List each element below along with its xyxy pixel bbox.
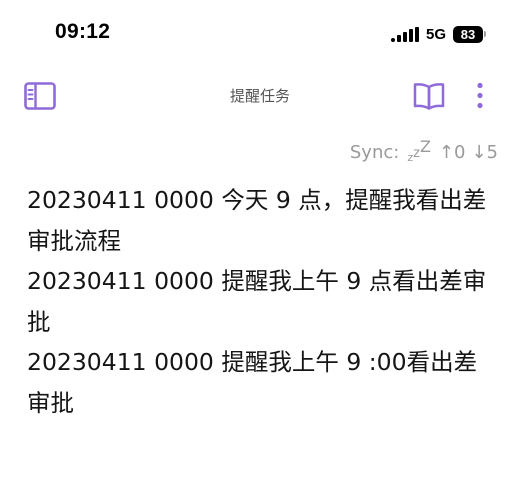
status-bar: 09:12 5G 83 [0, 0, 520, 68]
open-book-icon [413, 83, 445, 110]
status-time: 09:12 [55, 20, 111, 43]
vertical-ellipsis-icon [477, 82, 483, 109]
sync-download-count: ↓5 [471, 142, 498, 163]
sync-label: Sync: [349, 142, 400, 163]
sync-upload-count: ↑0 [438, 142, 466, 163]
cellular-signal-icon [390, 26, 419, 42]
network-type: 5G [425, 25, 446, 43]
note-line-3[interactable]: 20230411 0000 提醒我上午 9 :00看出差审批 [27, 342, 497, 423]
battery-level: 83 [453, 25, 483, 43]
note-line-1[interactable]: 20230411 0000 今天 9 点，提醒我看出差审批流程 [27, 180, 497, 261]
status-indicators: 5G 83 [390, 22, 486, 46]
battery-icon: 83 [453, 25, 486, 43]
note-line-2[interactable]: 20230411 0000 提醒我上午 9 点看出差审批 [27, 261, 497, 342]
nav-bar: 提醒任务 [0, 70, 520, 122]
reading-mode-button[interactable] [413, 81, 445, 111]
more-options-button[interactable] [470, 81, 490, 111]
sync-status[interactable]: Sync: zzZ ↑0 ↓5 [349, 137, 498, 164]
note-editor[interactable]: 20230411 0000 今天 9 点，提醒我看出差审批流程 20230411… [27, 180, 497, 423]
sleep-zzz-icon: zzZ [407, 137, 431, 164]
